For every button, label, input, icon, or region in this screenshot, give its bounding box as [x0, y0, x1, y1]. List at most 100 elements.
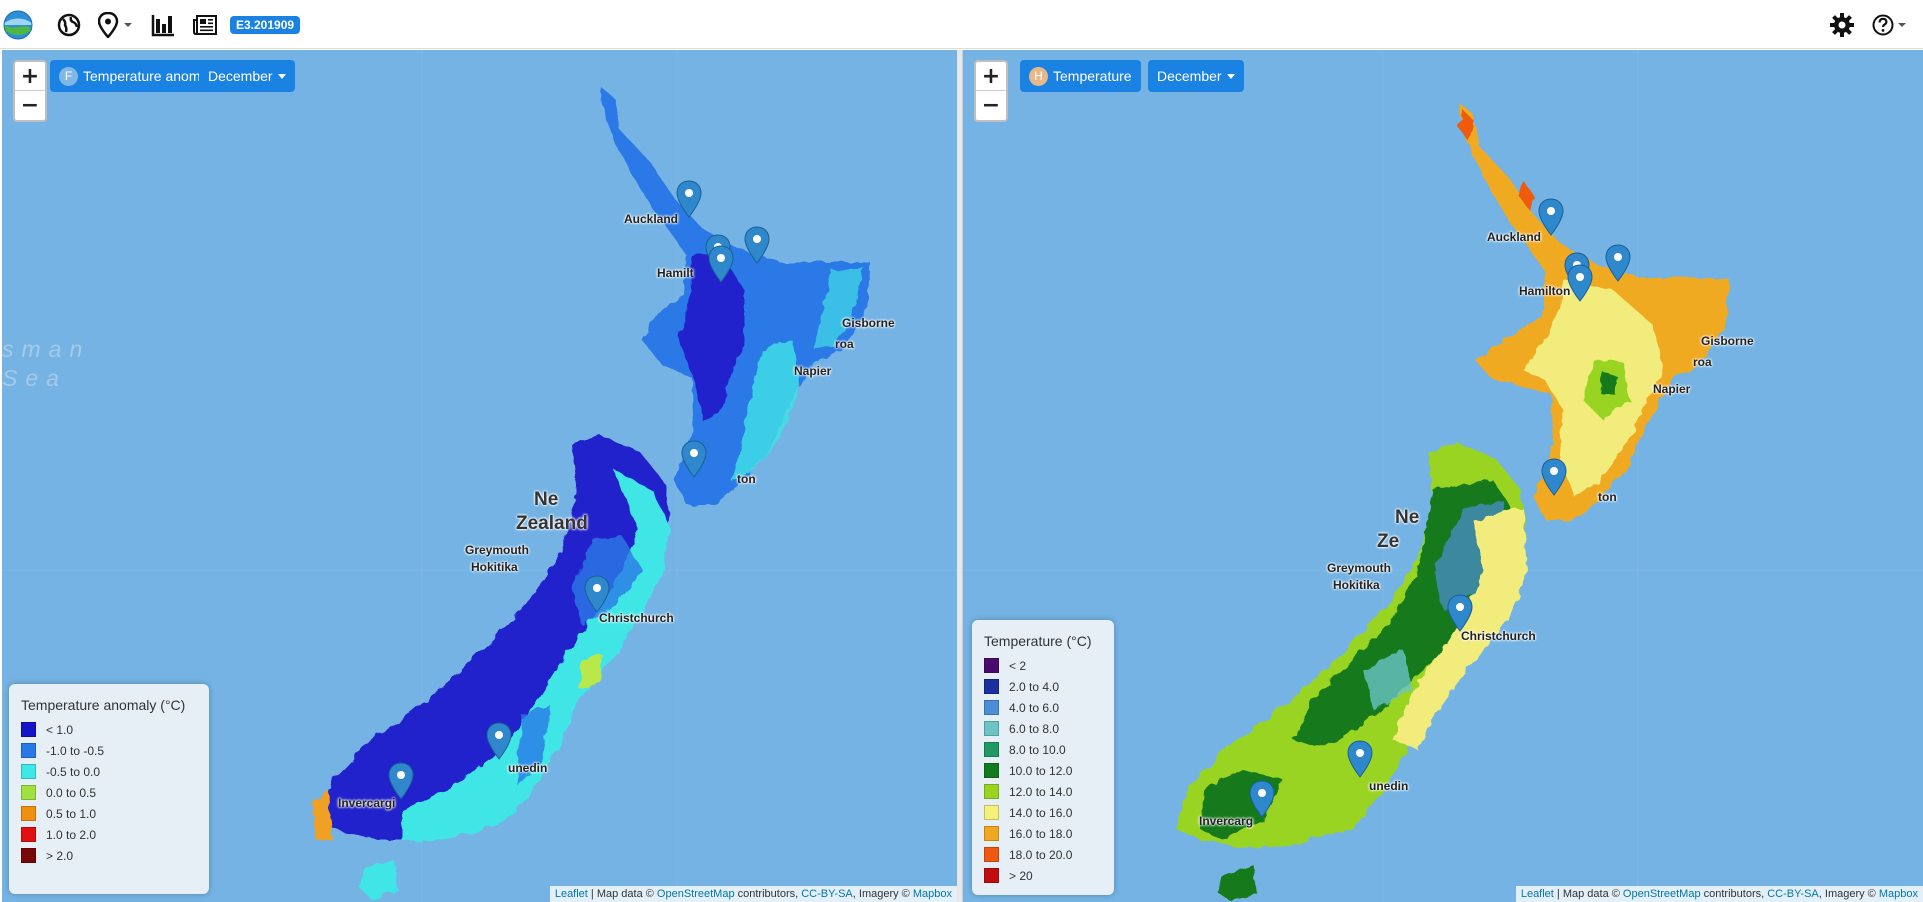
legend-swatch: [984, 658, 999, 673]
legend-label: 0.5 to 1.0: [46, 806, 97, 821]
help-icon: [1872, 14, 1906, 36]
legend-row: < 1.0: [21, 719, 199, 740]
location-marker[interactable]: [1541, 458, 1567, 496]
license-link[interactable]: CC-BY-SA: [1767, 888, 1819, 900]
mapbox-link[interactable]: Mapbox: [913, 888, 952, 900]
license-link[interactable]: CC-BY-SA: [801, 888, 853, 900]
osm-link[interactable]: OpenStreetMap: [1623, 888, 1701, 900]
month-label: December: [208, 68, 273, 84]
location-marker[interactable]: [744, 226, 770, 264]
zoom-control: + −: [974, 60, 1008, 122]
map-legend: Temperature anomaly (°C) < 1.0 -1.0 to -0…: [9, 684, 209, 894]
location-marker[interactable]: [676, 180, 702, 218]
legend-swatch: [984, 868, 999, 883]
month-dropdown-button[interactable]: December: [1148, 60, 1244, 92]
city-label-dunedin: unedin: [508, 761, 548, 775]
legend-swatch: [984, 805, 999, 820]
legend-row: 6.0 to 8.0: [984, 718, 1104, 739]
osm-link[interactable]: OpenStreetMap: [657, 888, 735, 900]
country-label-line1: Ne: [534, 489, 559, 510]
city-label-hokitika: Hokitika: [471, 560, 518, 574]
month-dropdown-button[interactable]: December: [199, 60, 295, 92]
help-dropdown-button[interactable]: [1872, 8, 1910, 42]
legend-swatch: [984, 679, 999, 694]
zoom-in-button[interactable]: +: [976, 62, 1006, 91]
city-label-invercargill: Invercargi: [338, 796, 396, 810]
legend-row: -1.0 to -0.5: [21, 740, 199, 761]
globe-icon: [57, 13, 81, 37]
city-label-auckland: Auckland: [624, 212, 679, 226]
chevron-down-icon: [277, 73, 286, 79]
legend-swatch: [984, 700, 999, 715]
legend-row: 16.0 to 18.0: [984, 823, 1104, 844]
zoom-out-button[interactable]: −: [15, 91, 45, 120]
legend-row: 0.0 to 0.5: [21, 782, 199, 803]
legend-swatch: [984, 826, 999, 841]
city-label-dunedin: unedin: [1369, 779, 1409, 793]
legend-label: < 1.0: [46, 722, 74, 737]
layer-select-button[interactable]: H Temperature: [1020, 60, 1141, 92]
location-marker[interactable]: [388, 762, 414, 800]
settings-button[interactable]: [1828, 8, 1856, 42]
left-map-panel[interactable]: sman Sea Auckland Hamilt Gisborne roa Na…: [2, 50, 957, 902]
gear-icon: [1830, 13, 1854, 37]
city-label-gisborne: Gisborne: [842, 316, 895, 330]
chevron-down-icon: [1226, 73, 1235, 79]
location-marker[interactable]: [1347, 740, 1373, 778]
right-map-panel[interactable]: Auckland Hamilton Gisborne roa Napier to…: [962, 50, 1923, 902]
logo-icon: [3, 10, 33, 40]
globe-button[interactable]: [56, 8, 82, 42]
legend-label: 0.0 to 0.5: [46, 785, 97, 800]
location-marker[interactable]: [1567, 264, 1593, 302]
legend-title: Temperature anomaly (°C): [21, 697, 186, 713]
legend-swatch: [21, 764, 36, 779]
country-label-line2: Zealand: [516, 513, 588, 534]
zoom-in-button[interactable]: +: [15, 62, 45, 91]
legend-label: 12.0 to 14.0: [1009, 784, 1073, 799]
city-label-invercargill: Invercarg: [1199, 814, 1254, 828]
city-label-greymouth: Greymouth: [465, 543, 530, 557]
legend-row: > 2.0: [21, 845, 199, 866]
location-marker[interactable]: [1249, 780, 1275, 818]
city-label-wairoa: roa: [835, 337, 854, 351]
city-label-greymouth: Greymouth: [1327, 561, 1392, 575]
legend-row: 10.0 to 12.0: [984, 760, 1104, 781]
city-label-hokitika: Hokitika: [1333, 578, 1380, 592]
city-label-wellington: ton: [1598, 490, 1617, 504]
news-button[interactable]: [192, 8, 218, 42]
location-marker[interactable]: [1605, 244, 1631, 282]
city-label-christchurch: Christchurch: [599, 611, 674, 625]
leaflet-link[interactable]: Leaflet: [555, 888, 588, 900]
country-label-line1: Ne: [1395, 507, 1420, 528]
city-label-auckland: Auckland: [1487, 230, 1542, 244]
legend-label: > 20: [1009, 868, 1033, 883]
location-marker[interactable]: [1538, 198, 1564, 236]
legend-label: -0.5 to 0.0: [46, 764, 101, 779]
location-marker[interactable]: [1447, 594, 1473, 632]
zoom-control: + −: [13, 60, 47, 122]
city-label-napier: Napier: [794, 364, 832, 378]
sea-label-line2: Sea: [2, 365, 67, 391]
legend-label: 8.0 to 10.0: [1009, 742, 1066, 757]
legend-swatch: [21, 743, 36, 758]
legend-swatch: [21, 806, 36, 821]
location-dropdown-button[interactable]: [98, 8, 136, 42]
location-marker[interactable]: [708, 245, 734, 283]
location-pin-icon: [98, 12, 132, 38]
zoom-out-button[interactable]: −: [976, 91, 1006, 120]
location-marker[interactable]: [486, 722, 512, 760]
layer-letter-badge: H: [1029, 66, 1048, 86]
legend-row: 2.0 to 4.0: [984, 676, 1104, 697]
legend-row: 14.0 to 16.0: [984, 802, 1104, 823]
legend-label: 4.0 to 6.0: [1009, 700, 1060, 715]
charts-button[interactable]: [150, 8, 176, 42]
location-marker[interactable]: [681, 440, 707, 478]
legend-row: 12.0 to 14.0: [984, 781, 1104, 802]
app-logo[interactable]: [2, 8, 34, 42]
leaflet-link[interactable]: Leaflet: [1521, 888, 1554, 900]
mapbox-link[interactable]: Mapbox: [1879, 888, 1918, 900]
location-marker[interactable]: [584, 575, 610, 613]
layer-letter-badge: F: [59, 66, 78, 86]
version-badge: E3.201909: [230, 16, 301, 34]
legend-swatch: [984, 784, 999, 799]
